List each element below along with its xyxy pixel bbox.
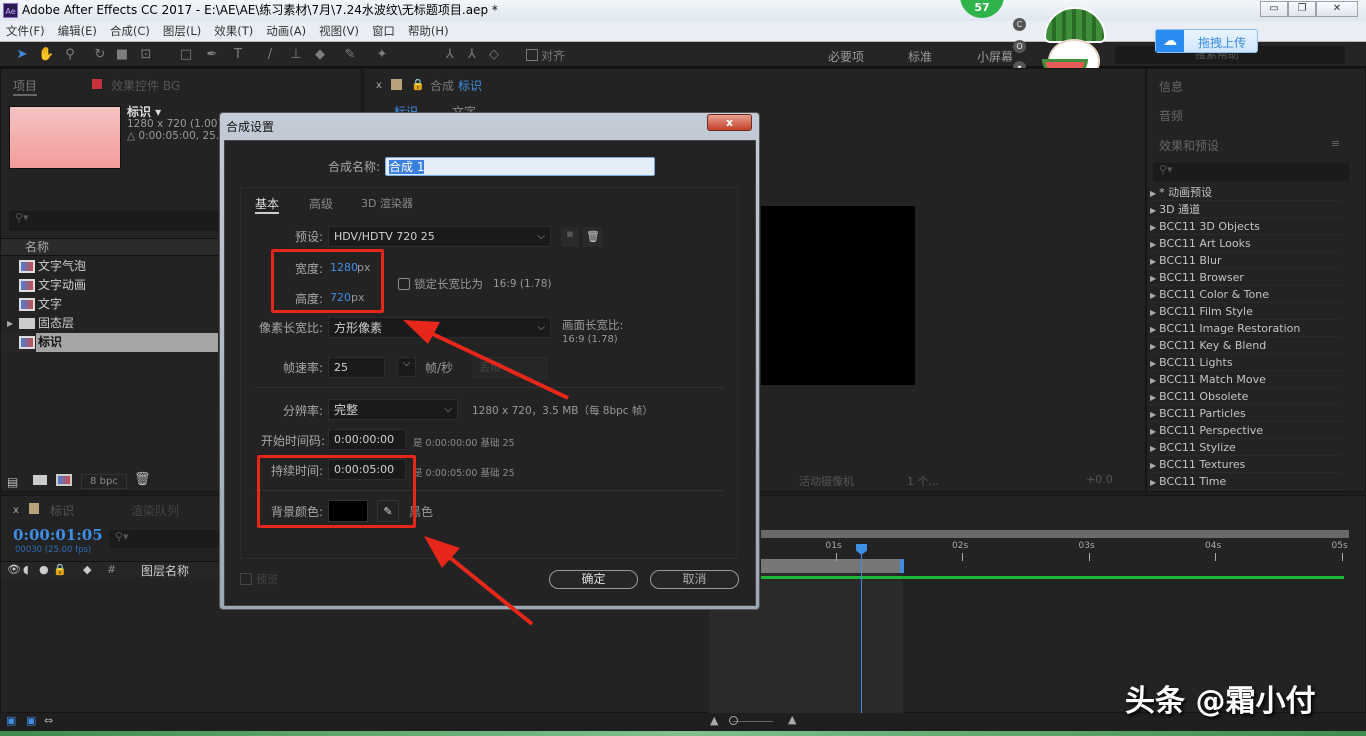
arrow-to-background-color (424, 536, 534, 626)
annotation-arrows (403, 320, 569, 626)
arrow-to-pixel-aspect (403, 320, 569, 400)
watermark: 头条 @霜小付 (1125, 684, 1316, 719)
